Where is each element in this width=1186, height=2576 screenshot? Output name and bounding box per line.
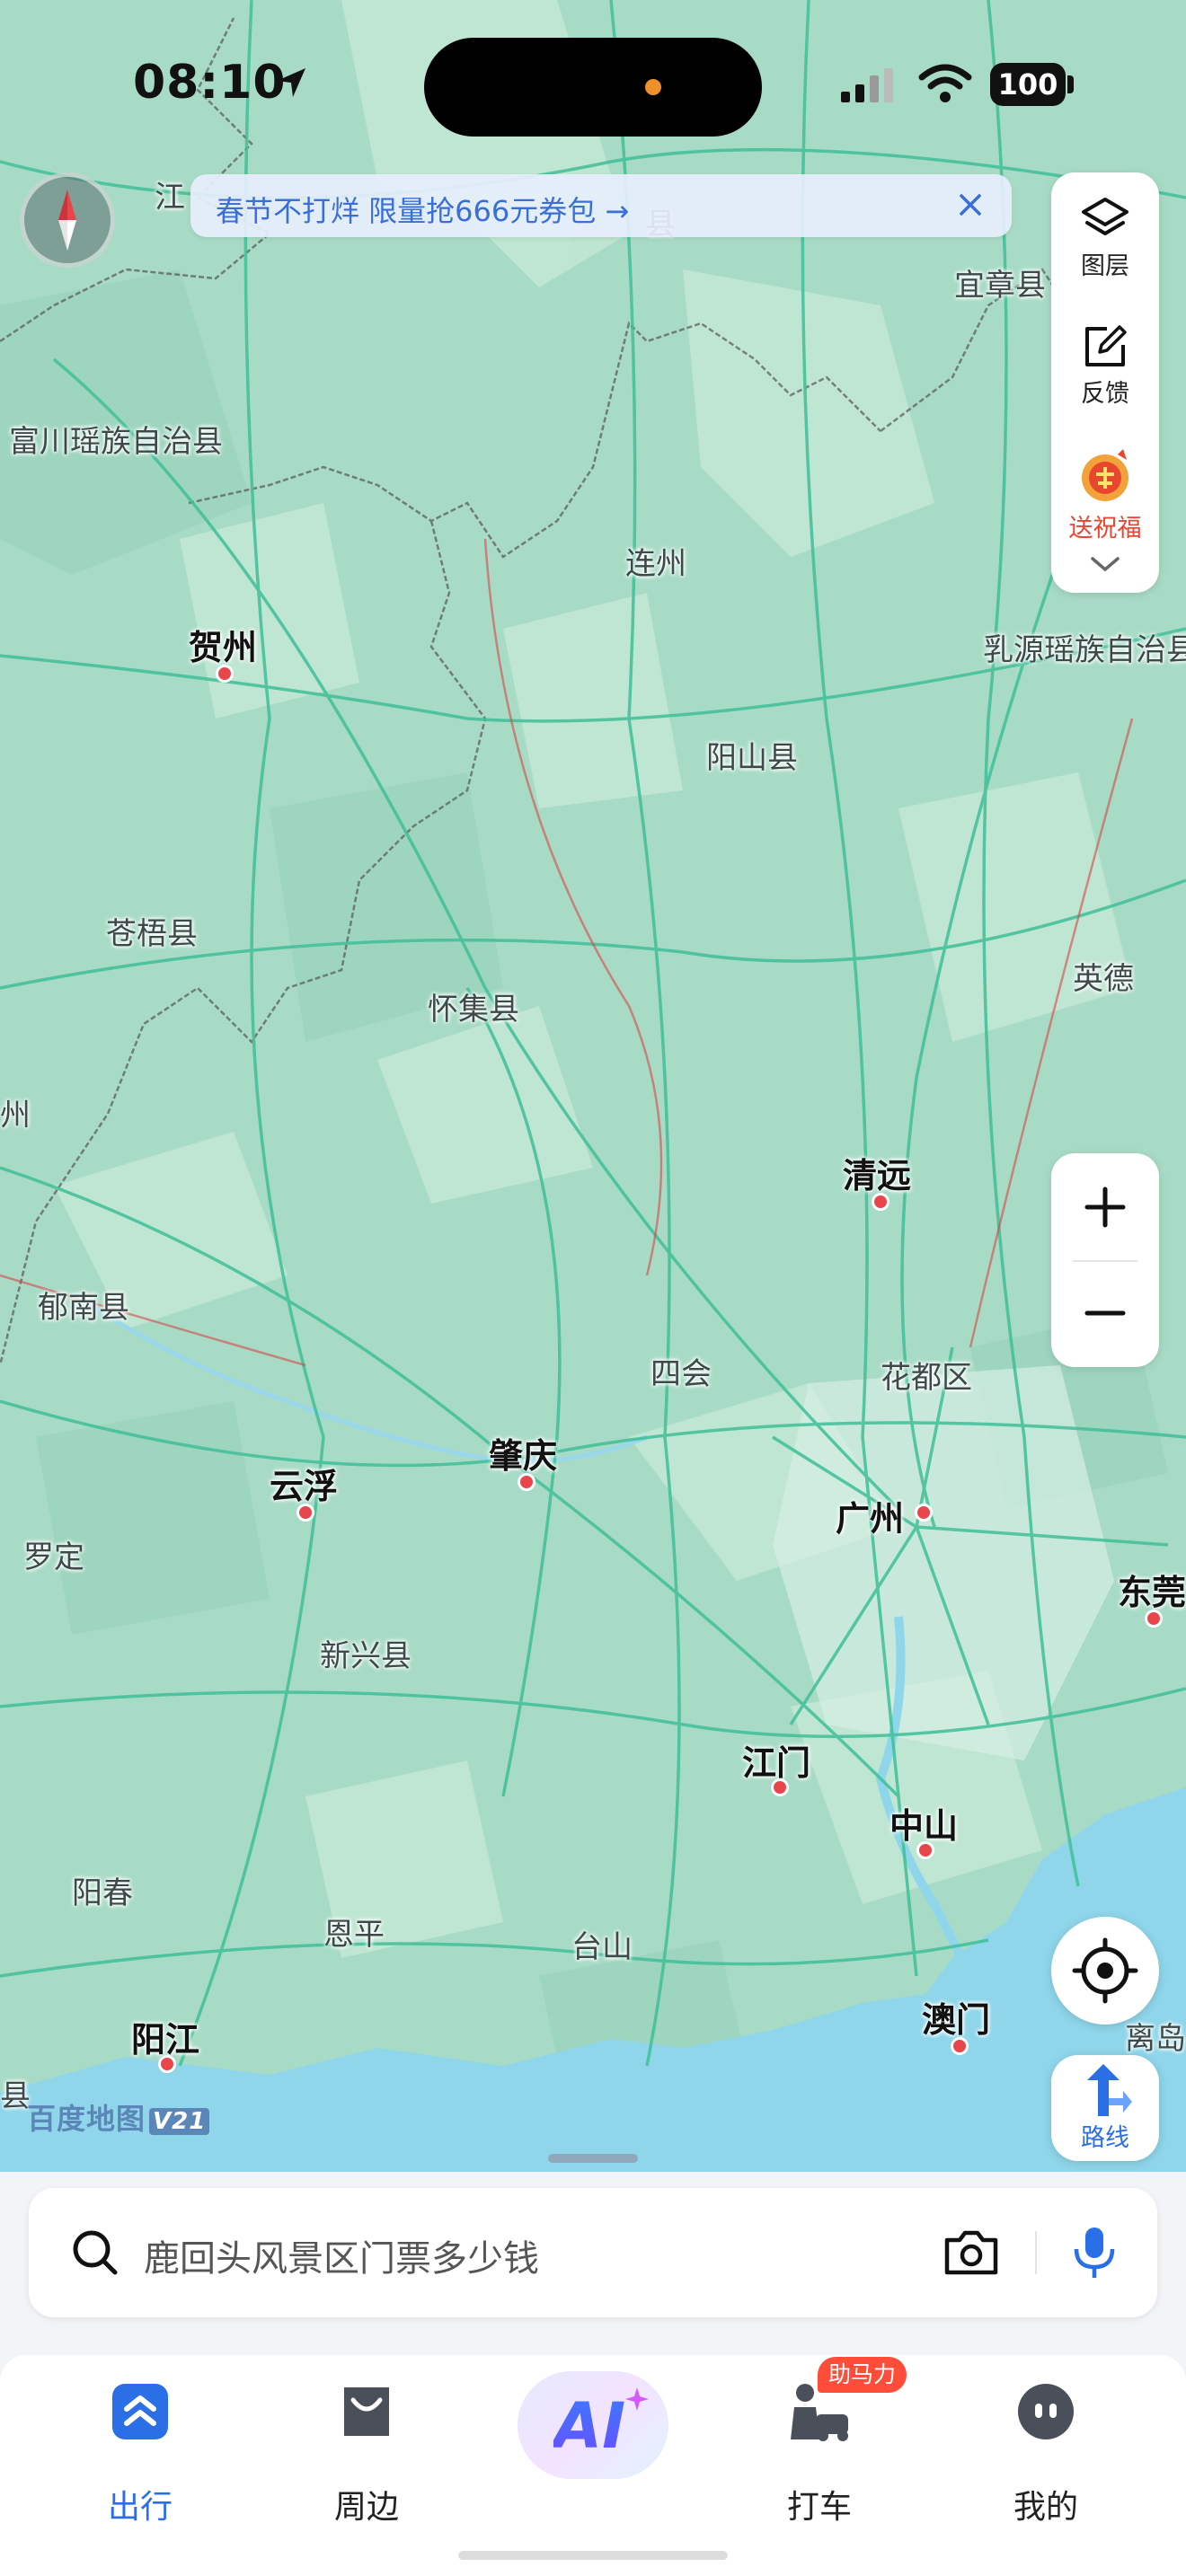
search-input[interactable]: 鹿回头风景区门票多少钱: [144, 2229, 539, 2281]
profile-icon: [1018, 2384, 1074, 2439]
map-label[interactable]: 英德: [1073, 954, 1134, 998]
close-icon[interactable]: [954, 189, 987, 221]
map-label[interactable]: 阳山县: [706, 733, 798, 777]
map-watermark: 百度地图 V21: [27, 2096, 210, 2138]
clock: 08:10: [133, 56, 287, 110]
layers-button[interactable]: 图层: [1051, 196, 1159, 281]
map-label[interactable]: 江: [155, 172, 185, 216]
sheet-handle[interactable]: [548, 2154, 638, 2163]
map-label[interactable]: 苍梧县: [106, 909, 198, 953]
zoom-control: [1051, 1153, 1159, 1367]
map-label[interactable]: 连州: [625, 539, 686, 583]
city-dot: [771, 1778, 789, 1796]
map-label[interactable]: 罗定: [23, 1532, 84, 1576]
map-label[interactable]: 怀集县: [428, 984, 519, 1028]
battery-tip: [1067, 75, 1074, 93]
map-label-city[interactable]: 贺州: [189, 620, 257, 669]
layers-label: 图层: [1081, 252, 1129, 280]
map-label-city[interactable]: 东莞: [1118, 1565, 1186, 1614]
map-label-city[interactable]: 云浮: [270, 1459, 338, 1508]
zoom-out-button[interactable]: [1051, 1261, 1159, 1367]
search-bar[interactable]: 鹿回头风景区门票多少钱: [29, 2188, 1157, 2317]
route-button[interactable]: 路线: [1051, 2055, 1159, 2161]
city-dot: [296, 1504, 314, 1522]
wifi-icon: [918, 64, 972, 102]
city-dot: [158, 2055, 176, 2073]
map-tools-panel: 图层 反馈 送祝福: [1051, 172, 1159, 593]
map-label-city[interactable]: 江门: [742, 1735, 810, 1785]
route-label: 路线: [1081, 2124, 1129, 2152]
blessing-icon: [1082, 449, 1128, 501]
watermark-text: 百度地图: [27, 2102, 146, 2136]
map-label[interactable]: 恩平: [323, 1910, 385, 1954]
map-label[interactable]: 台山: [571, 1922, 633, 1966]
city-dot: [915, 1504, 933, 1522]
map-label[interactable]: 花都区: [881, 1353, 972, 1397]
map-label-city[interactable]: 澳门: [922, 1992, 990, 2042]
microphone-icon[interactable]: [1071, 2224, 1118, 2281]
map-label-city[interactable]: 肇庆: [489, 1428, 557, 1478]
map-label-city[interactable]: 广州: [836, 1491, 904, 1540]
tab-label: 周边: [333, 2489, 399, 2526]
zoom-in-button[interactable]: [1051, 1153, 1159, 1259]
tab-label: 我的: [1013, 2489, 1078, 2526]
travel-icon: [112, 2384, 168, 2439]
battery-indicator: 100: [990, 63, 1066, 106]
map-label-city[interactable]: 阳江: [131, 2012, 199, 2061]
dynamic-island: [424, 38, 762, 137]
city-dot: [951, 2037, 969, 2055]
search-icon: [73, 2230, 118, 2275]
city-dot: [872, 1193, 890, 1211]
compass-button[interactable]: [20, 172, 115, 268]
home-indicator: [458, 2551, 728, 2560]
blessing-label: 送祝福: [1068, 515, 1142, 543]
city-dot: [1145, 1610, 1163, 1628]
city-dot: [916, 1841, 934, 1859]
ai-assistant-button[interactable]: AI: [518, 2371, 668, 2479]
layers-icon: [1082, 198, 1128, 235]
map-label[interactable]: 阳春: [72, 1868, 133, 1912]
signal-icon: [841, 68, 893, 102]
sparkle-icon: [625, 2387, 649, 2411]
location-arrow-icon: [277, 68, 305, 97]
map-label[interactable]: 四会: [651, 1349, 712, 1393]
promo-badge: 助马力: [818, 2357, 907, 2393]
status-bar: 08:10 100: [0, 0, 1186, 171]
blessing-button[interactable]: 送祝福: [1051, 447, 1159, 543]
map-label-city[interactable]: 清远: [843, 1148, 911, 1197]
tab-label: 出行: [107, 2489, 173, 2526]
map-label[interactable]: 县: [0, 2071, 31, 2115]
route-arrow-icon: [1087, 2064, 1132, 2116]
tab-label: 打车: [786, 2489, 852, 2526]
city-dot: [216, 665, 234, 683]
divider: [1035, 2231, 1037, 2274]
promo-banner[interactable]: 春节不打烊 限量抢666元券包 →: [190, 174, 1012, 237]
promo-text: 春节不打烊 限量抢666元券包 →: [216, 194, 630, 228]
feedback-button[interactable]: 反馈: [1051, 323, 1159, 409]
map-label[interactable]: 乳源瑶族自治县: [983, 625, 1186, 669]
camera-indicator: [645, 79, 661, 95]
compass-icon: [58, 190, 76, 251]
city-dot: [518, 1473, 535, 1491]
map-label[interactable]: 新兴县: [320, 1631, 412, 1675]
ai-label: AI: [553, 2389, 626, 2463]
map-label[interactable]: 郁南县: [38, 1283, 129, 1327]
chevron-down-icon[interactable]: [1087, 553, 1123, 575]
map-label[interactable]: 宜章县: [954, 260, 1046, 304]
map-label-city[interactable]: 中山: [890, 1798, 958, 1848]
watermark-version: V21: [149, 2108, 210, 2135]
bookmark-bag-icon: [344, 2387, 389, 2436]
feedback-label: 反馈: [1081, 380, 1129, 408]
map-label[interactable]: 富川瑶族自治县: [9, 417, 223, 461]
locate-me-button[interactable]: [1051, 1917, 1159, 2025]
feedback-icon: [1085, 325, 1127, 366]
map-label[interactable]: 州: [0, 1090, 31, 1134]
crosshair-icon: [1072, 1937, 1138, 2004]
camera-icon[interactable]: [942, 2228, 1001, 2278]
